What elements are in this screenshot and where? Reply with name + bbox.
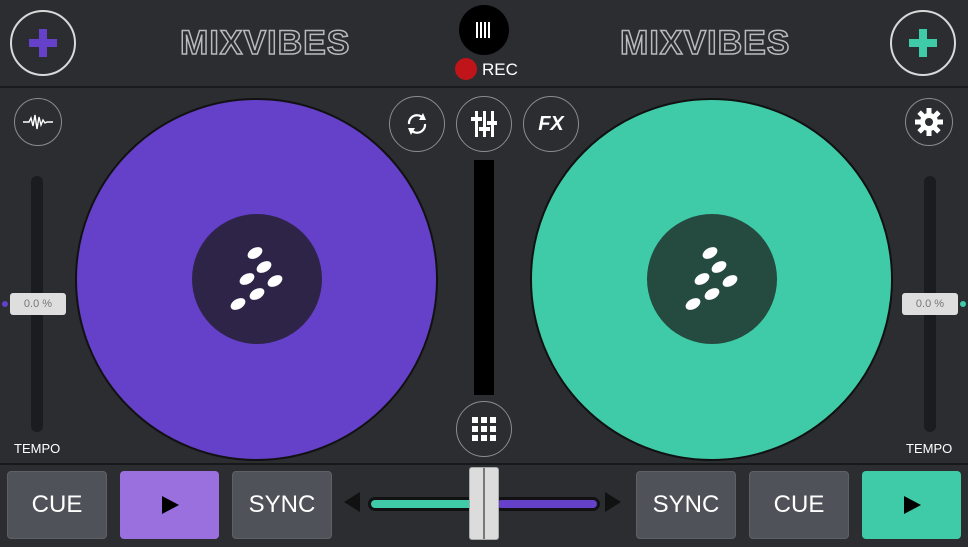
- loop-icon: [407, 113, 427, 135]
- crossfader-fill-right-deck: [371, 500, 473, 508]
- waveform-icon: [23, 114, 53, 130]
- mixer-button[interactable]: [456, 96, 512, 152]
- crossfader-left-arrow[interactable]: [342, 490, 362, 519]
- turntable-left-label: [192, 214, 322, 344]
- tempo-center-marker-left: [2, 301, 8, 307]
- grid-icon: [472, 417, 496, 441]
- record-button[interactable]: [459, 5, 509, 55]
- play-icon: [903, 496, 921, 514]
- rec-label: REC: [482, 60, 518, 79]
- add-track-left-button[interactable]: [10, 10, 76, 76]
- crossfader-knob[interactable]: [469, 467, 499, 540]
- gear-icon: [915, 108, 943, 136]
- plus-icon: [909, 29, 937, 57]
- play-icon: [161, 496, 179, 514]
- logo-left: MIXVIBES: [179, 23, 351, 63]
- crossfader-knob-line: [483, 468, 485, 539]
- sync-button-left[interactable]: SYNC: [232, 471, 332, 539]
- settings-button[interactable]: [905, 98, 953, 146]
- fx-label: FX: [538, 112, 564, 135]
- tempo-slider-right-knob[interactable]: 0.0 %: [902, 293, 958, 315]
- plus-icon: [29, 29, 57, 57]
- record-indicator: [455, 58, 477, 80]
- tempo-label-left: TEMPO: [14, 441, 61, 456]
- record-bars-icon: [476, 22, 490, 38]
- tempo-center-marker-right: [960, 301, 966, 307]
- play-button-right[interactable]: [862, 471, 961, 539]
- logo-right: MIXVIBES: [619, 23, 791, 63]
- add-track-right-button[interactable]: [890, 10, 956, 76]
- mixer-sliders-icon: [471, 111, 497, 137]
- mixvibes-logo-icon: [230, 247, 283, 310]
- sync-button-right[interactable]: SYNC: [636, 471, 736, 539]
- level-meter: [474, 160, 494, 395]
- cue-button-right[interactable]: CUE: [749, 471, 849, 539]
- tempo-slider-left-knob[interactable]: 0.0 %: [10, 293, 66, 315]
- tempo-label-right: TEMPO: [906, 441, 953, 456]
- pads-grid-button[interactable]: [456, 401, 512, 457]
- crossfader-right-arrow[interactable]: [603, 490, 623, 519]
- cue-button-left[interactable]: CUE: [7, 471, 107, 539]
- mixvibes-logo-icon: [685, 247, 738, 310]
- play-button-left[interactable]: [120, 471, 219, 539]
- waveform-button[interactable]: [14, 98, 62, 146]
- loop-button[interactable]: [389, 96, 445, 152]
- crossfader-fill-left-deck: [497, 500, 597, 508]
- fx-button[interactable]: FX: [523, 96, 579, 152]
- turntable-right-label: [647, 214, 777, 344]
